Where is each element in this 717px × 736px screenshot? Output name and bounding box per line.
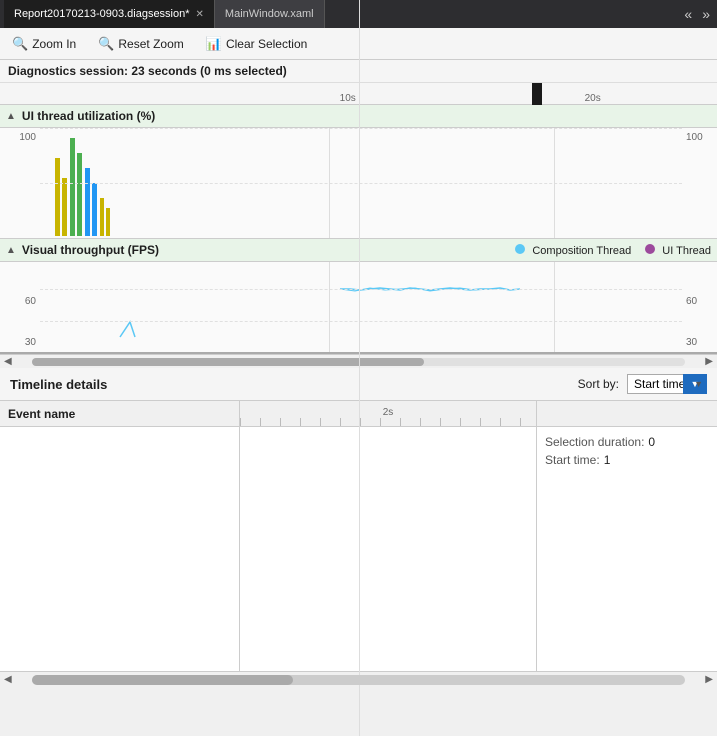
detail-duration-value: 0 — [648, 435, 655, 449]
tab-mainwindow[interactable]: MainWindow.xaml — [215, 0, 325, 28]
event-name-col-header: Event name — [0, 401, 239, 427]
bar-yellow-1 — [55, 158, 60, 236]
ui-thread-chart-title: UI thread utilization (%) — [22, 109, 155, 123]
ruler-ticks-2 — [240, 418, 536, 426]
ruler-tick-10s: 10s — [340, 93, 356, 104]
bar-yellow-4 — [106, 208, 110, 236]
event-table: Event name 2s Selection duration: 0 Star… — [0, 401, 717, 671]
fps-divider-2 — [554, 262, 555, 352]
legend-composition-label: Composition Thread — [532, 245, 631, 257]
bottom-scrollbar-track[interactable] — [32, 675, 686, 685]
fps-y-right: 60 30 — [682, 262, 717, 352]
ui-thread-collapse-icon: ▲ — [6, 111, 16, 122]
details-col-header — [537, 401, 717, 427]
ruler-tick-20s: 20s — [585, 93, 601, 104]
bar-blue-1 — [85, 168, 90, 236]
bar-blue-2 — [92, 183, 97, 236]
ruler-marker — [532, 83, 542, 105]
fps-plot-area — [40, 262, 682, 352]
fps-divider-1 — [329, 262, 330, 352]
reset-zoom-button[interactable]: 🔍 Reset Zoom — [94, 34, 188, 54]
grid-line-mid — [40, 183, 682, 184]
fps-line-svg — [40, 262, 682, 352]
timeline-details-title: Timeline details — [10, 377, 107, 392]
zoom-in-label: Zoom In — [32, 37, 76, 51]
legend-ui-thread: UI Thread — [645, 244, 711, 257]
details-column: Selection duration: 0 Start time: 1 — [537, 401, 717, 671]
bottom-scrollbar-left[interactable]: ◀ — [0, 674, 16, 685]
detail-duration-label: Selection duration: — [545, 435, 644, 449]
fps-legend: Composition Thread UI Thread — [515, 244, 711, 257]
scrollbar-thumb[interactable] — [32, 358, 424, 366]
detail-row-duration: Selection duration: 0 — [545, 435, 709, 449]
fps-chart-title: Visual throughput (FPS) — [22, 243, 159, 257]
legend-ui-thread-dot — [645, 244, 655, 254]
clear-selection-icon: 📊 — [206, 36, 222, 52]
bar-green-1 — [70, 138, 75, 236]
clear-selection-button[interactable]: 📊 Clear Selection — [202, 34, 312, 54]
ruler-inner: 10s 20s — [55, 83, 717, 104]
detail-start-value: 1 — [604, 453, 611, 467]
legend-composition-dot — [515, 244, 525, 254]
fps-small-bump — [120, 322, 135, 337]
bottom-scrollbar-thumb[interactable] — [32, 675, 293, 685]
sort-by-select-wrapper[interactable]: Start time Duration Name ▼ — [627, 374, 707, 394]
zoom-in-button[interactable]: 🔍 Zoom In — [8, 34, 80, 54]
ui-thread-y-left: 100 — [0, 128, 40, 238]
event-name-col-body — [0, 427, 239, 671]
tab-diagsession-close[interactable]: ✕ — [196, 9, 204, 20]
legend-ui-thread-label: UI Thread — [662, 245, 711, 257]
clear-selection-label: Clear Selection — [226, 37, 307, 51]
tab-diagsession[interactable]: Report20170213-0903.diagsession* ✕ — [4, 0, 215, 28]
fps-y-left: 60 30 — [0, 262, 40, 352]
nav-back-arrow[interactable]: « — [681, 6, 695, 22]
bar-green-2 — [77, 153, 82, 236]
fps-grid-30 — [40, 321, 682, 322]
event-name-column: Event name — [0, 401, 240, 671]
timeline-col-body — [240, 427, 536, 671]
timeline-column: 2s — [240, 401, 537, 671]
ruler-2s-label: 2s — [383, 407, 394, 418]
details-col-body: Selection duration: 0 Start time: 1 — [537, 427, 717, 671]
fps-collapse-icon: ▲ — [6, 245, 16, 256]
timeline-center-line — [359, 401, 360, 671]
nav-forward-arrow[interactable]: » — [699, 6, 713, 22]
detail-row-start: Start time: 1 — [545, 453, 709, 467]
sort-by-label: Sort by: — [578, 377, 619, 391]
bar-yellow-2 — [62, 178, 67, 236]
grid-line-top — [40, 128, 682, 129]
reset-zoom-label: Reset Zoom — [118, 37, 183, 51]
ui-thread-plot-area — [40, 128, 682, 238]
ui-thread-y-right: 100 — [682, 128, 717, 238]
legend-composition: Composition Thread — [515, 244, 631, 257]
event-name-header-label: Event name — [8, 407, 75, 421]
timeline-col-header: 2s — [240, 401, 536, 427]
zoom-in-icon: 🔍 — [12, 36, 28, 52]
divider-1 — [329, 128, 330, 238]
detail-start-label: Start time: — [545, 453, 600, 467]
bottom-scrollbar-right[interactable]: ▶ — [701, 674, 717, 685]
reset-zoom-icon: 🔍 — [98, 36, 114, 52]
tab-mainwindow-label: MainWindow.xaml — [225, 8, 314, 20]
fps-grid-60 — [40, 289, 682, 290]
session-info-text: Diagnostics session: 23 seconds (0 ms se… — [8, 64, 287, 78]
sort-by-select[interactable]: Start time Duration Name — [627, 374, 707, 394]
tab-diagsession-label: Report20170213-0903.diagsession* — [14, 8, 190, 20]
scrollbar-left-arrow[interactable]: ◀ — [0, 356, 16, 367]
scrollbar-right-arrow[interactable]: ▶ — [701, 356, 717, 367]
divider-2 — [554, 128, 555, 238]
bar-yellow-3 — [100, 198, 104, 236]
